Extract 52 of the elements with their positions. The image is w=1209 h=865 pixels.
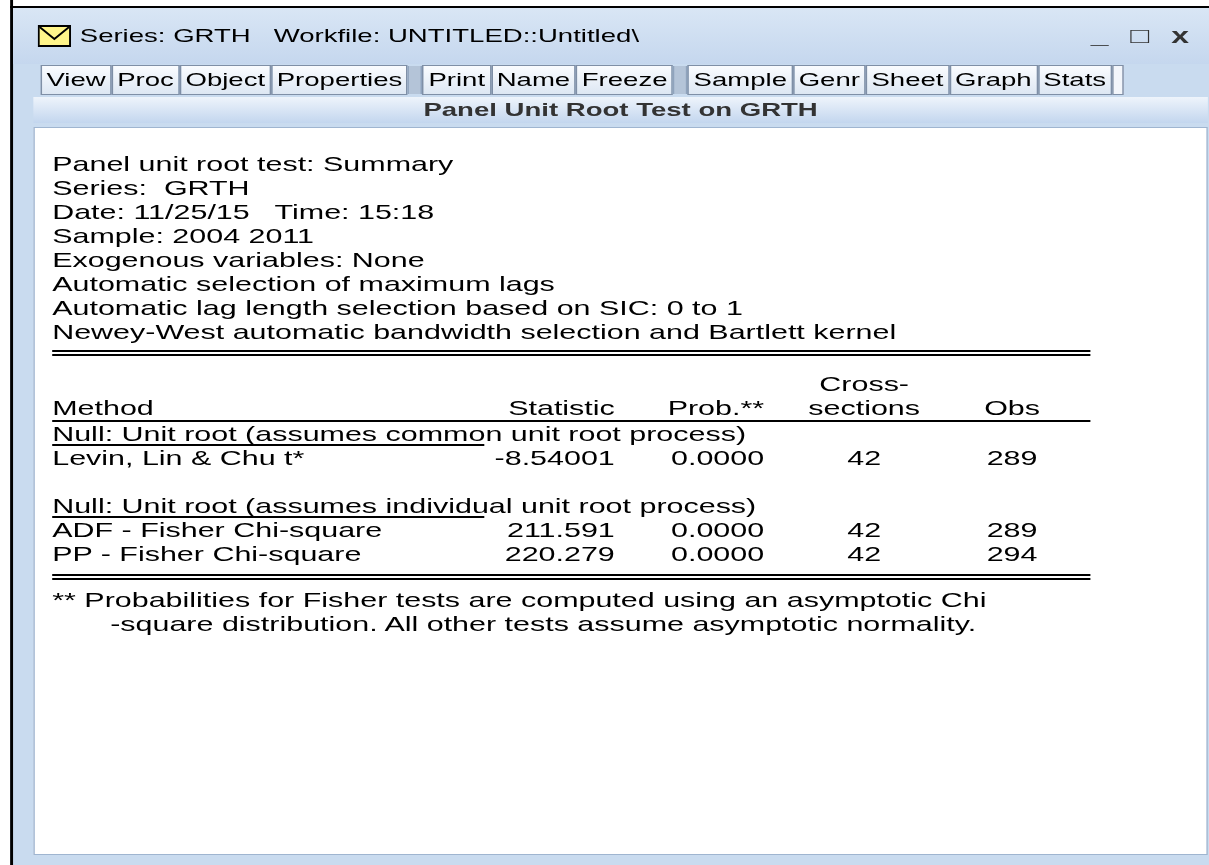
column-header: Prob.** — [667, 396, 765, 420]
envelope-icon — [37, 25, 72, 47]
footnote-line: -square distribution. All other tests assume asymptotic normality. — [110, 612, 977, 636]
toolbar-button[interactable]: Object — [179, 65, 271, 95]
close-button[interactable]: x — [1171, 25, 1189, 47]
table-cell: 42 — [847, 446, 882, 469]
summary-line: Exogenous variables: None — [52, 248, 425, 272]
toolbar-button[interactable]: Properties — [270, 65, 409, 95]
column-header: Statistic — [508, 396, 615, 420]
column-header: Method — [52, 396, 154, 420]
maximize-button[interactable]: □ — [1130, 25, 1150, 47]
toolbar-button[interactable]: Graph — [949, 65, 1038, 95]
toolbar-button[interactable]: Proc — [111, 65, 180, 95]
minimize-button[interactable]: _ — [1090, 25, 1109, 47]
table-cell: 0.0000 — [671, 542, 765, 565]
toolbar-button[interactable]: View — [40, 65, 112, 95]
table-cell: ADF - Fisher Chi-square — [52, 518, 383, 541]
toolbar-button[interactable]: Name — [490, 65, 576, 95]
table-cell: 289 — [986, 446, 1038, 469]
table-cell: -8.54001 — [494, 446, 615, 469]
section-label: Null: Unit root (assumes common unit root process) — [52, 422, 747, 445]
section-label: Null: Unit root (assumes individual unit root process) — [52, 494, 757, 517]
table-cell: 42 — [847, 542, 882, 565]
table-cell: 0.0000 — [671, 446, 765, 469]
toolbar-button[interactable]: Genr — [792, 65, 866, 95]
toolbar-button[interactable]: Sample — [687, 65, 793, 95]
window-title: Series: GRTH Workfile: UNTITLED::Untitled\ — [79, 23, 640, 48]
toolbar-button[interactable]: Print — [422, 65, 491, 95]
column-header: Cross- sections — [808, 372, 921, 420]
summary-line: Sample: 2004 2011 — [52, 224, 315, 248]
summary-line: Automatic lag length selection based on SIC: 0 to 1 — [52, 296, 743, 320]
column-header: Obs — [984, 396, 1040, 420]
toolbar-button[interactable]: Sheet — [865, 65, 950, 95]
table-cell: Levin, Lin & Chu t* — [52, 446, 305, 469]
summary-line: Newey-West automatic bandwidth selection and Bartlett kernel — [52, 320, 897, 344]
output-header: Panel Unit Root Test on GRTH — [33, 97, 1208, 123]
table-cell: 220.279 — [504, 542, 615, 565]
toolbar-separator — [408, 66, 423, 94]
table-cell: PP - Fisher Chi-square — [52, 542, 362, 565]
table-cell: 211.591 — [507, 518, 615, 541]
summary-line: Series: GRTH — [52, 176, 250, 200]
table-cell: 289 — [986, 518, 1038, 541]
summary-line: Date: 11/25/15 Time: 15:18 — [52, 200, 435, 224]
toolbar-separator — [673, 66, 688, 94]
table-cell: 0.0000 — [671, 518, 765, 541]
toolbar-button[interactable]: Stats — [1037, 65, 1112, 95]
summary-line: Automatic selection of maximum lags — [52, 272, 555, 296]
summary-line: Panel unit root test: Summary — [52, 152, 454, 176]
toolbar-button[interactable]: Freeze — [575, 65, 674, 95]
footnote-line: ** Probabilities for Fisher tests are computed using an asymptotic Chi — [52, 588, 987, 612]
table-cell: 294 — [986, 542, 1038, 565]
table-cell: 42 — [847, 518, 882, 541]
